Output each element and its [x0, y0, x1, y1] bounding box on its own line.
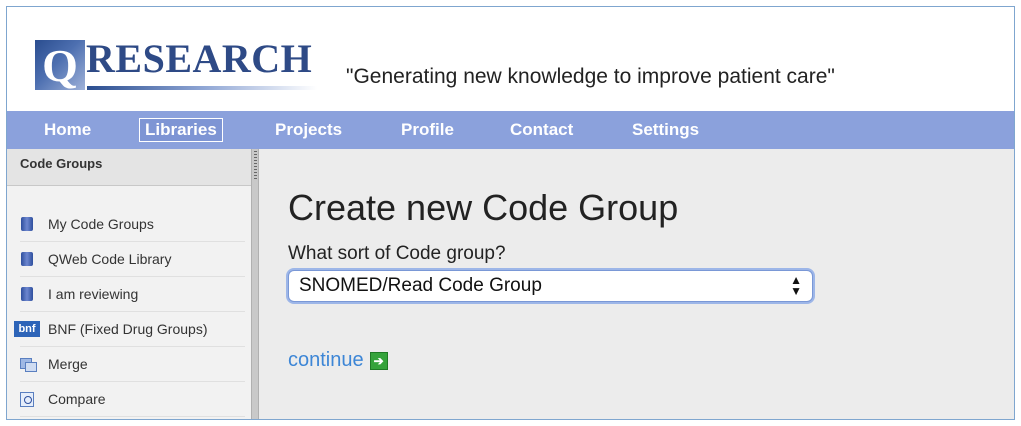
page-title: Create new Code Group — [288, 187, 679, 228]
database-icon — [20, 287, 34, 301]
sidebar-item-label: Merge — [48, 356, 88, 372]
sidebar-item-i-am-reviewing[interactable]: I am reviewing — [20, 277, 245, 312]
continue-link[interactable]: continue ➔ — [288, 349, 388, 372]
main-content: Create new Code Group What sort of Code … — [259, 149, 1014, 419]
nav-contact[interactable]: Contact — [510, 119, 573, 141]
sidebar-item-label: Compare — [48, 391, 106, 407]
sidebar-item-label: I am reviewing — [48, 286, 139, 302]
select-updown-icon: ▲ ▼ — [790, 273, 802, 298]
logo-q-mark: Q — [35, 40, 85, 91]
compare-icon — [20, 391, 34, 407]
arrow-right-icon[interactable]: ➔ — [369, 351, 388, 370]
tagline: "Generating new knowledge to improve pat… — [346, 65, 835, 88]
select-value: SNOMED/Read Code Group — [299, 275, 542, 296]
sidebar-title: Code Groups — [7, 149, 251, 186]
sidebar-item-merge[interactable]: Merge — [20, 347, 245, 382]
sidebar-item-compare[interactable]: Compare — [20, 382, 245, 417]
nav-home[interactable]: Home — [44, 119, 91, 141]
bnf-icon: bnf — [14, 321, 40, 337]
sidebar-splitter[interactable] — [251, 149, 259, 419]
nav-projects[interactable]: Projects — [275, 119, 342, 141]
sidebar-item-label: QWeb Code Library — [48, 251, 172, 267]
code-group-type-label: What sort of Code group? — [288, 243, 506, 264]
logo-underline — [87, 86, 317, 90]
nav-settings[interactable]: Settings — [632, 119, 699, 141]
splitter-grip-icon[interactable] — [254, 151, 257, 181]
sidebar-item-label: BNF (Fixed Drug Groups) — [48, 321, 208, 337]
nav-profile[interactable]: Profile — [401, 119, 454, 141]
database-icon — [20, 217, 34, 231]
nav-libraries[interactable]: Libraries — [139, 118, 223, 142]
database-icon — [20, 252, 34, 266]
sidebar-item-label: My Code Groups — [48, 216, 154, 232]
logo-wordmark: RESEARCH — [86, 36, 313, 81]
main-nav: Home Libraries Projects Profile Contact … — [7, 111, 1014, 149]
sidebar: Code Groups My Code Groups QWeb Code Lib… — [7, 149, 251, 419]
app-window: Q RESEARCH "Generating new knowledge to … — [6, 6, 1015, 420]
qresearch-logo[interactable]: Q RESEARCH — [35, 36, 317, 91]
merge-icon — [20, 357, 37, 372]
sidebar-item-qweb-code-library[interactable]: QWeb Code Library — [20, 242, 245, 277]
sidebar-item-my-code-groups[interactable]: My Code Groups — [20, 207, 245, 242]
header: Q RESEARCH "Generating new knowledge to … — [7, 7, 1014, 110]
sidebar-item-bnf[interactable]: bnf BNF (Fixed Drug Groups) — [14, 312, 245, 347]
code-group-type-select[interactable]: SNOMED/Read Code Group ▲ ▼ — [288, 270, 813, 302]
continue-label: continue — [288, 349, 364, 371]
